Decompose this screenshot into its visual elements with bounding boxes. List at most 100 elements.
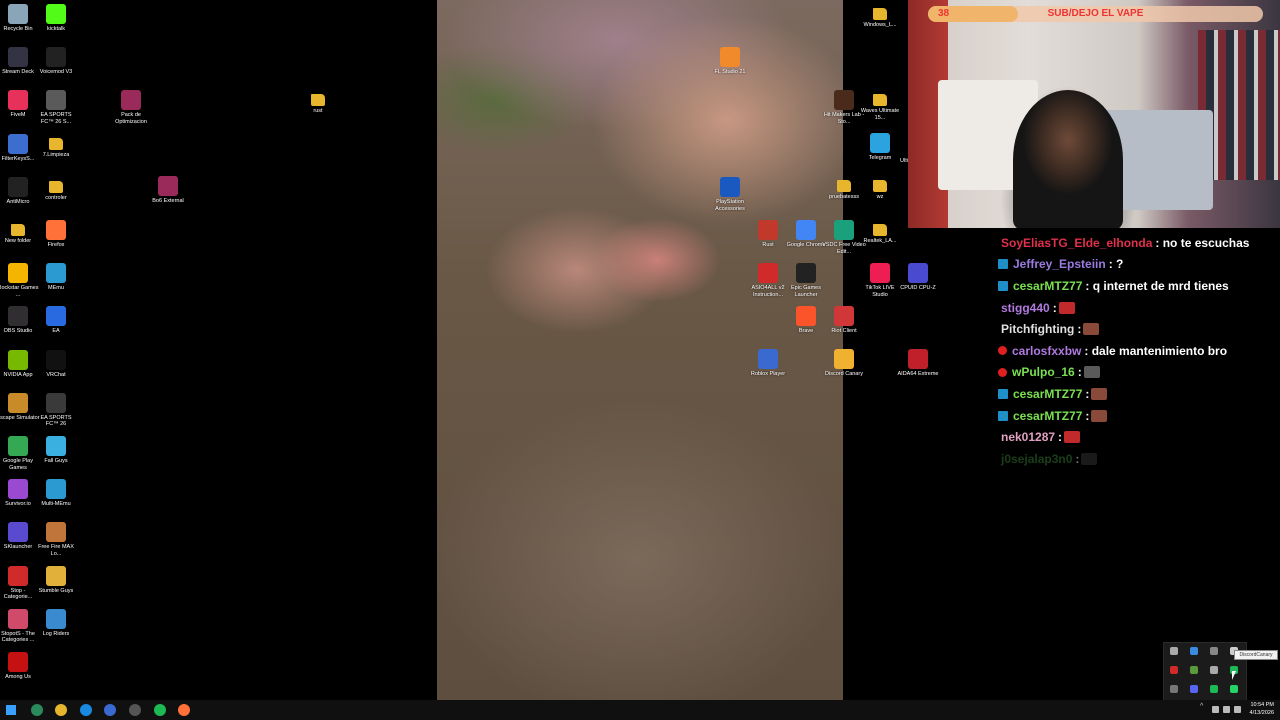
desktop-icon-ea-sports-fc-26[interactable]: EA SPORTS FC™ 26 bbox=[34, 392, 78, 428]
desktop-icon-label: Multi-MEmu bbox=[41, 501, 71, 508]
desktop-icon-riot-client[interactable]: Riot Client bbox=[822, 306, 866, 335]
memu-icon bbox=[46, 263, 66, 284]
kick-badge-icon bbox=[998, 388, 1008, 399]
desktop-icon-aida64-extreme[interactable]: AIDA64 Extreme bbox=[896, 349, 940, 378]
folder-icon bbox=[873, 94, 887, 106]
desktop-icon-free-fire-max-lo[interactable]: Free Fire MAX Lo... bbox=[34, 522, 78, 557]
desktop-icon-waves-ultimate-15[interactable]: Waves Ultimate 15... bbox=[858, 90, 902, 121]
among-us-icon bbox=[8, 652, 28, 672]
sub-goal-text: SUB/DEJO EL VAPE bbox=[1047, 8, 1144, 19]
desktop-icon-label: Bo6 External bbox=[152, 198, 184, 204]
file-explorer-icon[interactable] bbox=[55, 704, 68, 716]
chat-message: cesarMTZ77: bbox=[998, 383, 1280, 405]
obs-icon[interactable] bbox=[129, 704, 141, 716]
spotify-icon[interactable] bbox=[153, 704, 166, 716]
desktop-icon-wz[interactable]: wz bbox=[858, 176, 902, 201]
usb-icon[interactable] bbox=[1170, 647, 1178, 655]
playstation-icon bbox=[720, 177, 740, 197]
firefox-icon[interactable] bbox=[178, 704, 191, 716]
desktop-icon-fl-studio-21[interactable]: FL Studio 21 bbox=[708, 47, 752, 76]
desktop-icon-ea[interactable]: EA bbox=[34, 306, 78, 335]
game-icon bbox=[46, 90, 66, 111]
spotify-icon[interactable] bbox=[1210, 685, 1218, 693]
pdf-icon bbox=[758, 263, 778, 283]
cpuz-icon bbox=[908, 263, 928, 283]
chat-text: : no te escuchas bbox=[1155, 235, 1250, 250]
game-icon bbox=[8, 479, 28, 500]
desktop-icon-label: FL Studio 21 bbox=[714, 69, 746, 75]
desktop-icon-rust[interactable]: rust bbox=[296, 90, 340, 115]
tiktok-icon bbox=[870, 263, 890, 283]
desktop-icon-7-limpieza[interactable]: 7.Limpieza bbox=[34, 134, 78, 159]
folder-icon bbox=[873, 224, 887, 236]
chat-emote-icon bbox=[1091, 387, 1108, 400]
terminal-icon[interactable] bbox=[30, 704, 43, 716]
mouse-cursor bbox=[1232, 671, 1236, 680]
desktop-icon-roblox-player[interactable]: Roblox Player bbox=[746, 349, 790, 378]
webcam-overlay: 38 SUB/DEJO EL VAPE bbox=[908, 0, 1280, 228]
game-icon bbox=[46, 392, 66, 413]
app-icon[interactable] bbox=[1170, 666, 1178, 674]
nvidia-icon[interactable] bbox=[1190, 666, 1198, 674]
kick-icon bbox=[46, 4, 66, 24]
desktop-icon-epic-games-launcher[interactable]: Epic Games Launcher bbox=[784, 263, 828, 298]
desktop-icon-vrchat[interactable]: VRChat bbox=[34, 349, 78, 379]
desktop-icon-label: Pack de Optimizacion bbox=[115, 112, 147, 125]
desktop-icon-fall-guys[interactable]: Fall Guys bbox=[34, 436, 78, 465]
desktop-icon-label: Fall Guys bbox=[44, 458, 68, 464]
desktop-icon-label: wz bbox=[876, 194, 884, 200]
app-icon[interactable] bbox=[104, 704, 117, 716]
tray-chevron-icon[interactable]: ^ bbox=[1200, 703, 1207, 710]
desktop-icon-label: PlayStation Accessories bbox=[715, 199, 745, 212]
desktop-icon-realtek-la[interactable]: Realtek_LA... bbox=[858, 220, 902, 245]
chat-text: : bbox=[1075, 451, 1080, 466]
fl-studio-icon bbox=[720, 47, 740, 67]
desktop-icon-memu[interactable]: MEmu bbox=[34, 263, 78, 292]
rockstar-icon bbox=[8, 263, 28, 284]
desktop-icon-cpuid-cpu-z[interactable]: CPUID CPU-Z bbox=[896, 263, 940, 292]
chat-text: : ? bbox=[1108, 257, 1124, 272]
desktop-icon-telegram[interactable]: Telegram bbox=[858, 133, 902, 162]
desktop-icon-label: EA SPORTS FC™ 26 S... bbox=[40, 112, 72, 125]
aida64-icon bbox=[908, 349, 928, 369]
desktop-icon-log-riders[interactable]: Log Riders bbox=[34, 608, 78, 638]
obs-icon bbox=[8, 306, 28, 327]
nvidia-icon bbox=[8, 349, 28, 370]
app-icon[interactable] bbox=[1190, 647, 1198, 655]
chrome-icon bbox=[796, 220, 816, 240]
desktop-icon-label: controler bbox=[45, 194, 67, 201]
desktop-icon-multi-memu[interactable]: Multi-MEmu bbox=[34, 479, 78, 508]
desktop-icon-kicktalk[interactable]: kicktalk bbox=[34, 4, 78, 33]
desktop-icon-discord-canary[interactable]: Discord Canary bbox=[822, 349, 866, 378]
app-icon[interactable] bbox=[1210, 647, 1218, 655]
discord-icon[interactable] bbox=[1190, 685, 1198, 693]
chat-username: carlosfxxbw bbox=[1012, 343, 1082, 358]
desktop-icon-controler[interactable]: controler bbox=[34, 177, 78, 202]
whatsapp-icon[interactable] bbox=[1230, 685, 1238, 693]
desktop-icon-playstation-accessories[interactable]: PlayStation Accessories bbox=[708, 177, 752, 212]
desktop-icon-label: kicktalk bbox=[46, 26, 66, 32]
desktop-icon-bo6-external[interactable]: Bo6 External bbox=[146, 176, 190, 205]
windows-start-icon[interactable] bbox=[6, 705, 16, 715]
volume-icon[interactable] bbox=[1223, 706, 1230, 713]
folder-icon bbox=[49, 137, 63, 150]
desktop-icon-ea-sports-fc-26-s[interactable]: EA SPORTS FC™ 26 S... bbox=[34, 90, 78, 125]
stream-deck-icon bbox=[8, 47, 28, 68]
riot-icon bbox=[834, 306, 854, 326]
kick-badge-icon bbox=[998, 280, 1008, 291]
obs-icon[interactable] bbox=[1210, 666, 1218, 674]
app-icon[interactable] bbox=[1170, 685, 1178, 693]
network-icon[interactable] bbox=[1212, 706, 1219, 713]
desktop-icon-windows-l[interactable]: Windows_L... bbox=[858, 4, 902, 29]
desktop-icon-voicemod-v3[interactable]: Voicemod V3 bbox=[34, 47, 78, 76]
speaker-icon[interactable] bbox=[1234, 706, 1241, 713]
desktop-icon-pack-de-optimizacion[interactable]: Pack de Optimizacion bbox=[109, 90, 153, 125]
desktop-icon-stumble-guys[interactable]: Stumble Guys bbox=[34, 565, 78, 595]
edge-icon[interactable] bbox=[79, 704, 92, 716]
live-dot-icon bbox=[998, 346, 1007, 356]
desktop-icon-label: Stumble Guys bbox=[38, 587, 74, 594]
desktop-icon-among-us[interactable]: Among Us bbox=[0, 652, 40, 681]
clock[interactable]: 10:54 PM 4/13/2026 bbox=[1250, 701, 1274, 717]
desktop-icon-firefox[interactable]: Firefox bbox=[34, 220, 78, 249]
chat-username: j0sejalap3n0 bbox=[1001, 451, 1073, 466]
